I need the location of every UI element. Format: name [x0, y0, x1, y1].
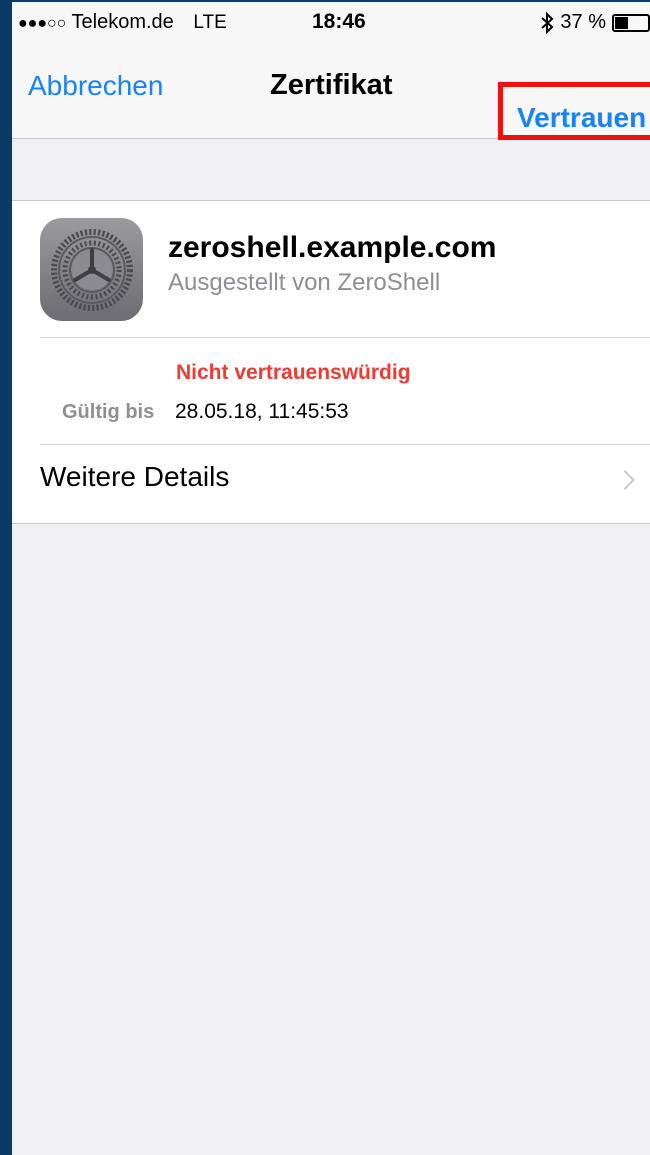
bluetooth-icon: [541, 11, 554, 34]
battery-percent: 37 %: [560, 11, 606, 33]
valid-until-value: 28.05.18, 11:45:53: [175, 400, 349, 423]
chevron-right-icon: [615, 470, 635, 490]
page-title: Zertifikat: [270, 69, 393, 101]
trust-button[interactable]: Vertrauen: [517, 102, 646, 134]
top-chrome: ●●●○○ Telekom.de LTE 18:46 37 % Abbreche…: [12, 2, 650, 140]
navigation-bar: Abbrechen Zertifikat Vertrauen: [12, 44, 650, 140]
certificate-card: zeroshell.example.com Ausgestellt von Ze…: [12, 200, 650, 524]
carrier-name: Telekom.de: [71, 11, 174, 33]
network-type: LTE: [193, 12, 227, 33]
gear-icon: [50, 228, 133, 311]
trust-status: Nicht vertrauenswürdig: [176, 361, 411, 384]
valid-until-label: Gültig bis: [62, 401, 155, 423]
signal-strength-icon: ●●●○○: [18, 15, 67, 32]
carrier-info: ●●●○○ Telekom.de LTE: [18, 11, 227, 34]
divider: [40, 337, 650, 338]
status-time: 18:46: [312, 10, 366, 33]
screen: ●●●○○ Telekom.de LTE 18:46 37 % Abbreche…: [12, 2, 650, 1155]
cancel-button[interactable]: Abbrechen: [28, 70, 163, 102]
status-right: 37 %: [540, 11, 650, 34]
battery-fill: [615, 16, 628, 29]
more-details-row[interactable]: Weitere Details: [12, 445, 650, 523]
battery-icon: [612, 13, 650, 32]
certificate-name: zeroshell.example.com: [168, 231, 497, 264]
trust-button-highlight: Vertrauen: [498, 82, 650, 140]
status-bar: ●●●○○ Telekom.de LTE 18:46 37 %: [12, 2, 650, 44]
settings-gear-icon: [40, 218, 143, 321]
more-details-label: Weitere Details: [40, 461, 230, 492]
screen-frame: ●●●○○ Telekom.de LTE 18:46 37 % Abbreche…: [0, 0, 650, 1155]
certificate-issuer: Ausgestellt von ZeroShell: [168, 269, 441, 296]
